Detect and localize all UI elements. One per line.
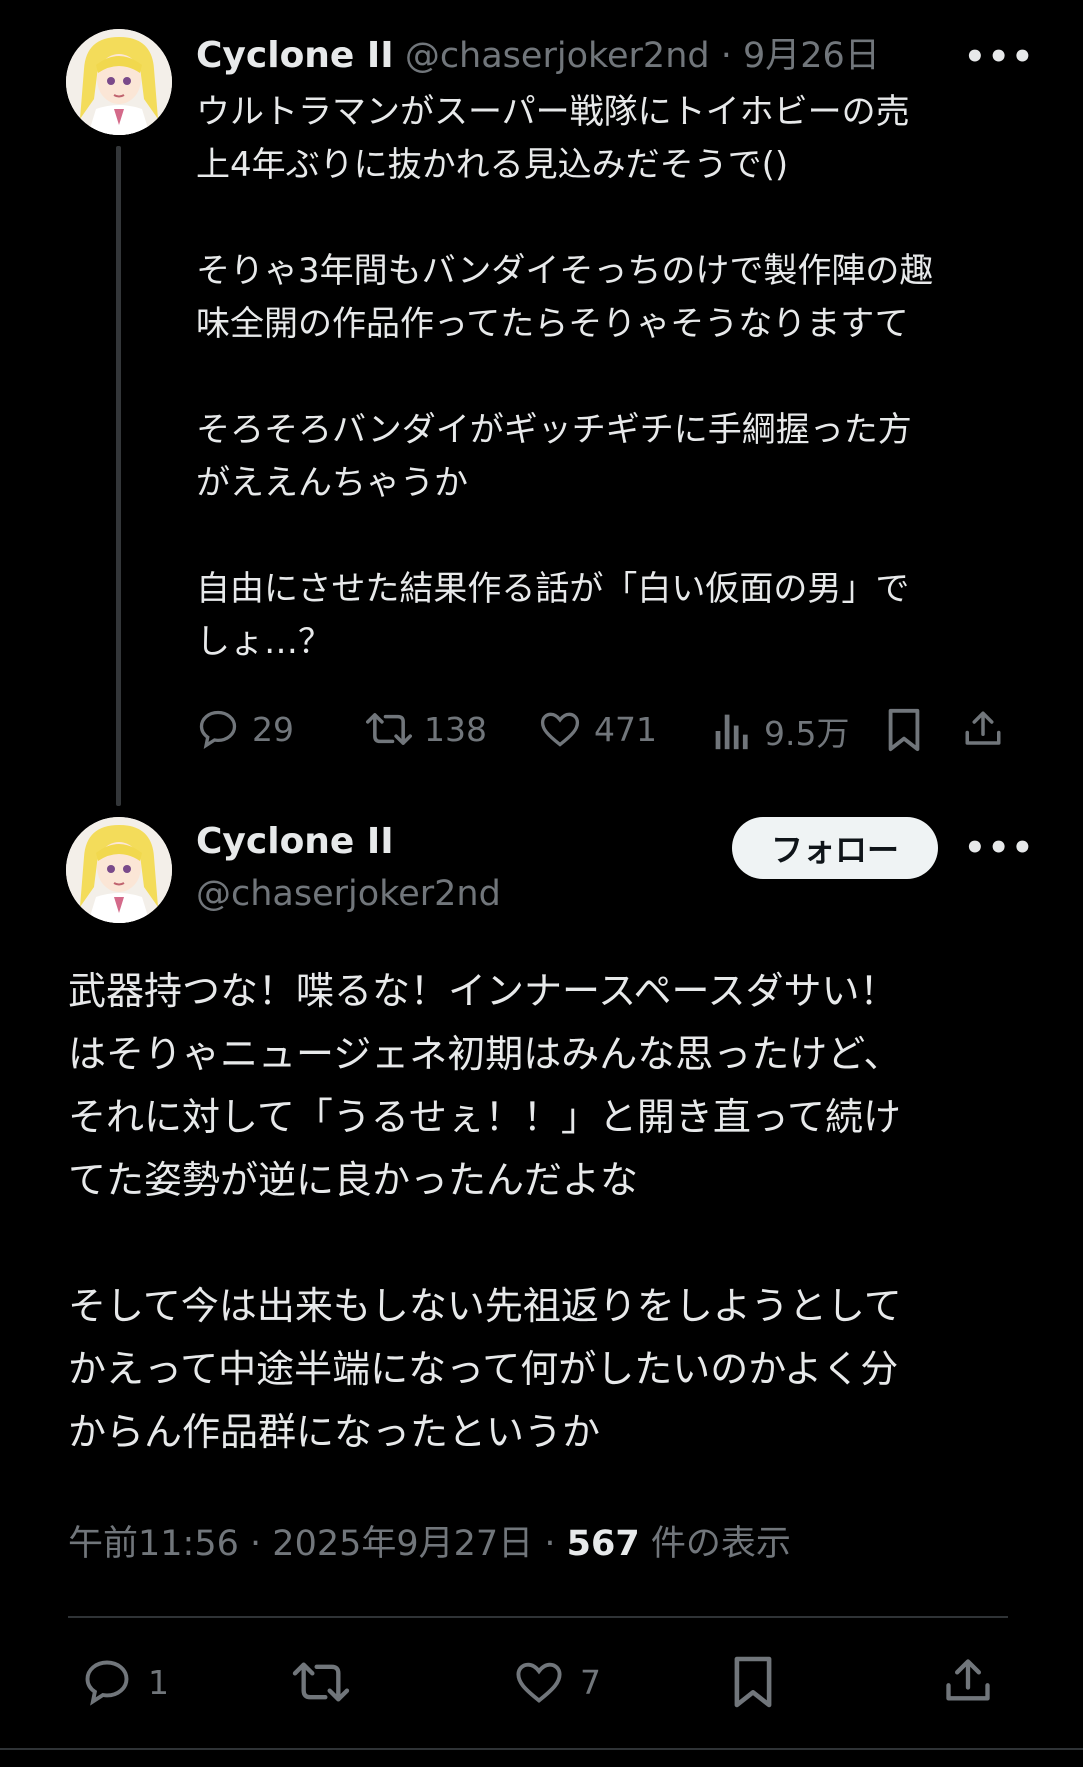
reply-icon [199, 710, 237, 750]
parent-tweet-text: ウルトラマンがスーパー戦隊にトイホビーの売 上4年ぶりに抜かれる見込みだそうで(… [196, 92, 934, 662]
views-button[interactable]: 9.5万 [712, 707, 849, 755]
views-count: 9.5万 [764, 714, 850, 753]
like-count: 7 [580, 1662, 601, 1702]
retweet-icon [366, 713, 412, 745]
display-name[interactable]: Cyclone II [196, 35, 394, 76]
separator: · [720, 36, 732, 76]
parent-tweet-header: Cyclone II @chaserjoker2nd · 9月26日 [196, 34, 880, 78]
reply-button[interactable]: 1 [80, 1656, 169, 1708]
view-count-label: 件の表示 [650, 1524, 791, 1564]
divider [68, 1616, 1008, 1618]
more-icon[interactable]: ••• [964, 40, 1035, 74]
share-icon[interactable] [962, 707, 1004, 755]
like-count: 471 [594, 709, 657, 749]
bookmark-icon[interactable] [884, 707, 924, 757]
separator: · [544, 1524, 556, 1564]
separator: · [250, 1524, 262, 1564]
follow-button[interactable]: フォロー [732, 817, 938, 879]
retweet-button[interactable]: 138 [366, 707, 487, 751]
retweet-icon[interactable] [292, 1656, 350, 1712]
reply-icon [85, 1660, 129, 1706]
bookmark-icon[interactable] [730, 1654, 776, 1714]
display-name[interactable]: Cyclone II [196, 820, 394, 864]
avatar[interactable] [66, 29, 172, 135]
views-icon [715, 714, 748, 750]
view-count: 567 [566, 1524, 640, 1564]
like-icon [516, 1662, 562, 1703]
share-icon[interactable] [942, 1654, 994, 1712]
reply-button[interactable]: 29 [196, 707, 294, 751]
main-tweet-text: 武器持つな！喋るな！インナースペースダサい！ はそりゃニュージェネ初期はみんな思… [68, 969, 902, 1454]
like-button[interactable]: 471 [538, 707, 657, 751]
more-icon[interactable]: ••• [964, 831, 1035, 865]
reply-count: 1 [148, 1662, 169, 1702]
handle[interactable]: @chaserjoker2nd [196, 872, 501, 916]
divider [0, 1748, 1083, 1750]
tweet-date[interactable]: 9月26日 [743, 36, 880, 76]
handle[interactable]: @chaserjoker2nd [405, 36, 710, 76]
like-icon [540, 712, 580, 747]
reply-count: 29 [252, 709, 294, 749]
tweet-metadata: 午前11:56 · 2025年9月27日 · 567 件の表示 [68, 1522, 791, 1566]
tweet-time[interactable]: 午前11:56 [68, 1524, 239, 1564]
retweet-count: 138 [424, 709, 487, 749]
avatar[interactable] [66, 817, 172, 923]
like-button[interactable]: 7 [512, 1656, 601, 1708]
tweet-date[interactable]: 2025年9月27日 [272, 1524, 533, 1564]
thread-connector-line [116, 146, 121, 806]
